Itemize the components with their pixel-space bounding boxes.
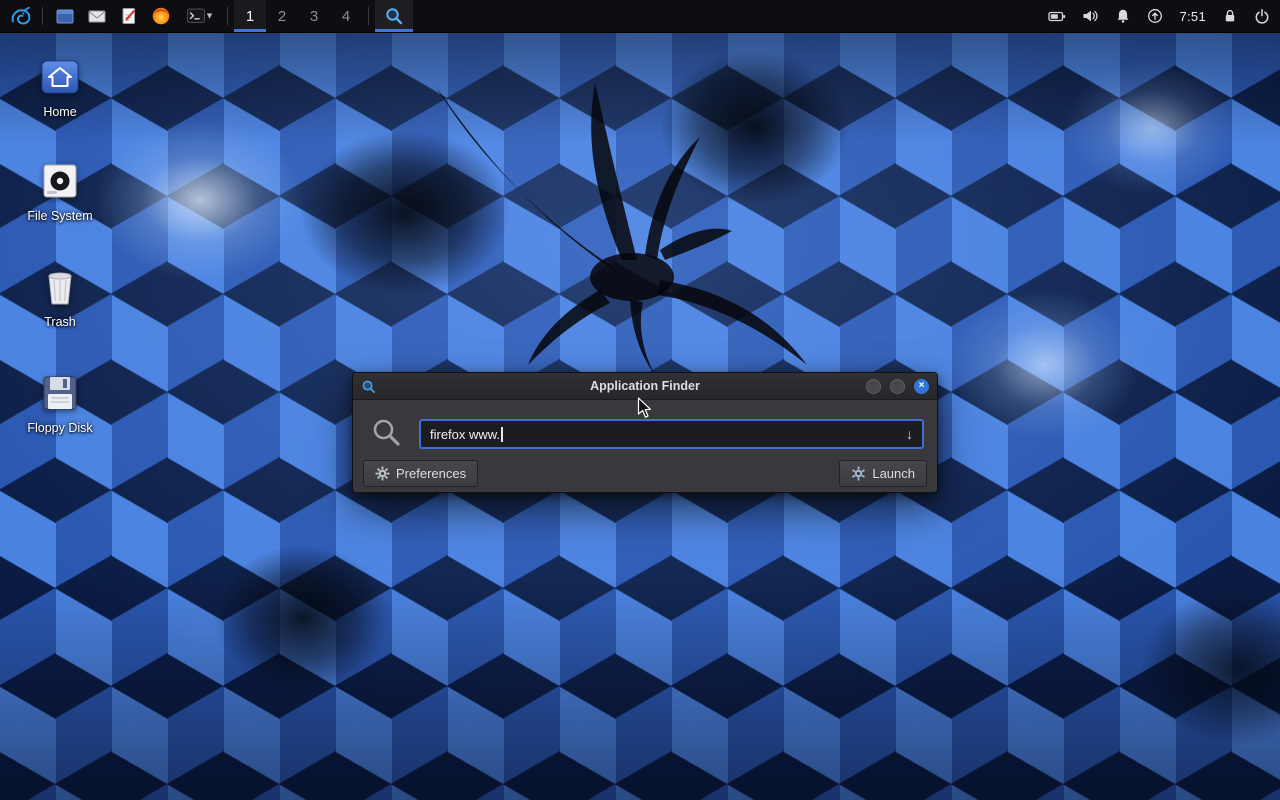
desktop-screen: ▾ 1 2 3 4 xyxy=(0,0,1280,800)
close-icon: × xyxy=(919,380,925,391)
file-manager-icon xyxy=(55,6,75,26)
logout-button[interactable] xyxy=(1254,8,1270,24)
launch-button[interactable]: Launch xyxy=(839,460,927,487)
desktop-icon-home[interactable]: Home xyxy=(12,56,108,119)
floppy-disk-icon xyxy=(39,372,81,414)
lock-screen-button[interactable] xyxy=(1222,8,1238,24)
text-editor-icon xyxy=(119,6,139,26)
power-icon xyxy=(1254,8,1270,24)
firefox-icon xyxy=(151,6,171,26)
workspace-2-label: 2 xyxy=(278,8,286,25)
panel-clock[interactable]: 7:51 xyxy=(1179,9,1206,24)
launch-button-label: Launch xyxy=(872,466,915,481)
file-system-icon xyxy=(39,160,81,202)
panel-left-group: ▾ 1 2 3 4 xyxy=(0,0,413,32)
close-button[interactable]: × xyxy=(914,379,929,394)
dialog-button-row: Preferences Launch xyxy=(363,460,927,487)
window-controls: × xyxy=(866,373,929,399)
chevron-down-icon: ▾ xyxy=(207,11,213,22)
launch-icon xyxy=(851,466,866,481)
file-manager-launcher[interactable] xyxy=(49,0,81,32)
battery-icon xyxy=(1048,8,1066,25)
dropdown-arrow-icon[interactable]: ↓ xyxy=(906,426,913,442)
window-title: Application Finder xyxy=(353,379,937,393)
terminal-launcher[interactable]: ▾ xyxy=(177,0,221,32)
search-icon xyxy=(370,416,402,448)
notifications-tray-button[interactable] xyxy=(1115,8,1131,24)
workspace-4-label: 4 xyxy=(342,8,350,25)
lock-icon xyxy=(1222,8,1238,24)
application-finder-icon xyxy=(384,6,404,26)
application-finder-window: Application Finder × firefox www. ↓ xyxy=(352,372,938,493)
terminal-icon xyxy=(186,6,206,26)
volume-icon xyxy=(1082,8,1099,24)
mail-launcher[interactable] xyxy=(81,0,113,32)
workspace-1[interactable]: 1 xyxy=(234,0,266,32)
panel-separator xyxy=(368,7,369,25)
updates-tray-button[interactable] xyxy=(1147,8,1163,24)
update-arrow-icon xyxy=(1147,8,1163,24)
window-icon xyxy=(361,379,376,394)
desktop-icon-label: Trash xyxy=(12,315,108,329)
trash-icon xyxy=(39,266,81,308)
top-panel: ▾ 1 2 3 4 xyxy=(0,0,1280,33)
taskbar-application-finder-button[interactable] xyxy=(375,0,413,32)
panel-tray: 7:51 xyxy=(1048,0,1280,32)
maximize-button[interactable] xyxy=(890,379,905,394)
panel-separator xyxy=(42,7,43,25)
firefox-launcher[interactable] xyxy=(145,0,177,32)
search-input-value: firefox www. xyxy=(430,427,500,442)
desktop-icon-floppy-disk[interactable]: Floppy Disk xyxy=(12,372,108,435)
text-editor-launcher[interactable] xyxy=(113,0,145,32)
battery-tray-button[interactable] xyxy=(1048,8,1066,25)
workspace-2[interactable]: 2 xyxy=(266,0,298,32)
kali-menu-button[interactable] xyxy=(4,0,36,32)
home-icon xyxy=(39,56,81,98)
titlebar[interactable]: Application Finder × xyxy=(353,373,937,400)
gear-icon xyxy=(375,466,390,481)
panel-separator xyxy=(227,7,228,25)
desktop-icon-file-system[interactable]: File System xyxy=(12,160,108,223)
bell-icon xyxy=(1115,8,1131,24)
desktop-icon-label: File System xyxy=(12,209,108,223)
workspace-1-label: 1 xyxy=(246,8,254,25)
workspace-4[interactable]: 4 xyxy=(330,0,362,32)
workspace-3-label: 3 xyxy=(310,8,318,25)
desktop-icon-label: Home xyxy=(12,105,108,119)
kali-logo-icon xyxy=(8,6,32,26)
desktop-icon-trash[interactable]: Trash xyxy=(12,266,108,329)
desktop-icon-label: Floppy Disk xyxy=(12,421,108,435)
mail-icon xyxy=(87,6,107,26)
volume-tray-button[interactable] xyxy=(1082,8,1099,24)
text-caret xyxy=(501,427,503,442)
workspace-3[interactable]: 3 xyxy=(298,0,330,32)
preferences-button-label: Preferences xyxy=(396,466,466,481)
minimize-button[interactable] xyxy=(866,379,881,394)
preferences-button[interactable]: Preferences xyxy=(363,460,478,487)
search-input[interactable]: firefox www. ↓ xyxy=(419,419,924,449)
